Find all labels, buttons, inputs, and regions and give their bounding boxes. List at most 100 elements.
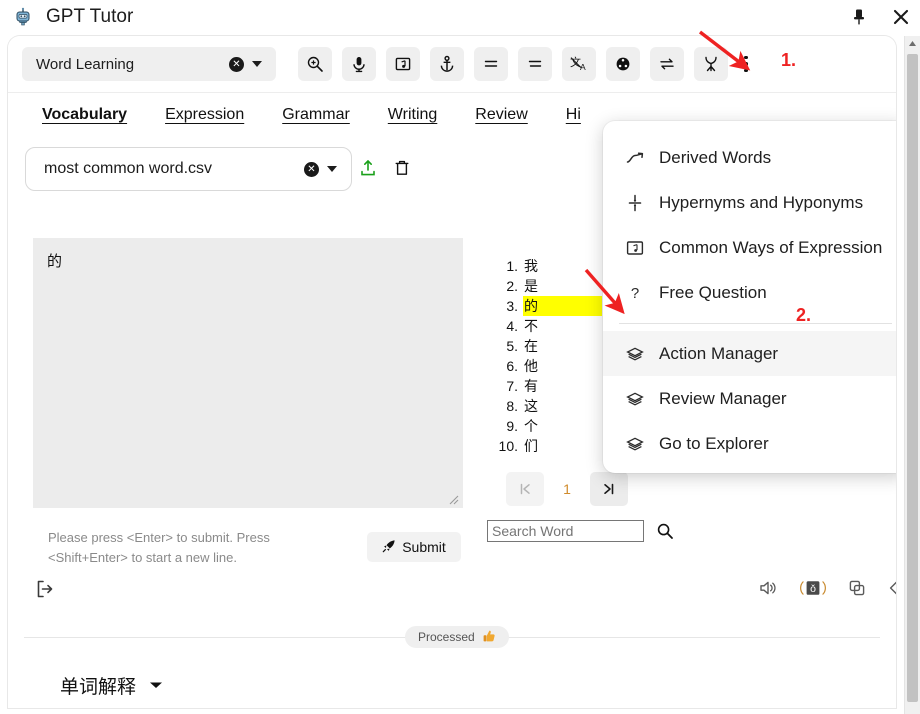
anchor-icon[interactable] — [430, 47, 464, 81]
robot-icon — [12, 6, 34, 28]
pinyin-tone-icon[interactable]: ǒ — [800, 578, 826, 598]
tab-review[interactable]: Review — [475, 106, 527, 124]
file-tools — [358, 158, 412, 178]
project-name-label: Word Learning — [36, 56, 229, 73]
tab-writing[interactable]: Writing — [388, 106, 438, 124]
list-item[interactable]: 4.不 — [492, 316, 602, 336]
chevron-down-icon[interactable] — [327, 166, 337, 172]
file-selector[interactable]: most common word.csv ✕ — [25, 147, 352, 191]
scrollbar-thumb[interactable] — [907, 54, 918, 702]
title-bar-actions — [848, 0, 912, 33]
project-selector[interactable]: Word Learning ✕ — [22, 47, 276, 81]
word-index: 4. — [492, 316, 518, 336]
list-item[interactable]: 8.这 — [492, 396, 602, 416]
menu-item-label: Hypernyms and Hyponyms — [659, 193, 863, 213]
lines-alt-icon[interactable] — [518, 47, 552, 81]
kebab-menu-icon[interactable] — [736, 47, 756, 81]
resize-grip-icon[interactable] — [447, 493, 459, 505]
vertical-scrollbar[interactable] — [904, 36, 920, 714]
search-row — [487, 520, 674, 542]
list-item-selected[interactable]: 3.的 — [492, 296, 602, 316]
music-note-icon[interactable] — [386, 47, 420, 81]
word-index: 8. — [492, 396, 518, 416]
arrow-up-icon[interactable] — [905, 36, 920, 51]
word-list: 1.我 2.是 3.的 4.不 5.在 6.他 7.有 8.这 9.个 10.们 — [492, 256, 602, 456]
exit-icon[interactable] — [34, 578, 56, 605]
tab-expression[interactable]: Expression — [165, 106, 244, 124]
menu-item-free-question[interactable]: ? Free Question — [603, 270, 896, 315]
close-icon[interactable] — [890, 6, 912, 28]
menu-item-go-to-explorer[interactable]: Go to Explorer — [603, 421, 896, 466]
menu-item-hypernyms-hyponyms[interactable]: Hypernyms and Hyponyms — [603, 180, 896, 225]
layers-icon — [625, 437, 645, 451]
tab-vocabulary[interactable]: Vocabulary — [42, 106, 127, 124]
zoom-in-icon[interactable] — [298, 47, 332, 81]
toolbar: Word Learning ✕ — [8, 36, 896, 93]
word-index: 7. — [492, 376, 518, 396]
music-note-icon — [625, 240, 645, 256]
list-item[interactable]: 6.他 — [492, 356, 602, 376]
thumbs-up-icon — [482, 629, 496, 646]
trash-icon[interactable] — [392, 158, 412, 178]
merge-icon[interactable] — [694, 47, 728, 81]
menu-item-label: Derived Words — [659, 148, 771, 168]
chevron-down-icon[interactable] — [148, 677, 164, 695]
microphone-icon[interactable] — [342, 47, 376, 81]
toolbar-buttons: 文 A — [298, 47, 728, 81]
app-window: GPT Tutor Word Learning ✕ — [0, 0, 920, 714]
eraser-icon[interactable] — [888, 578, 896, 598]
lines-icon[interactable] — [474, 47, 508, 81]
menu-item-review-manager[interactable]: Review Manager — [603, 376, 896, 421]
ball-icon[interactable] — [606, 47, 640, 81]
word-index: 5. — [492, 336, 518, 356]
menu-item-action-manager[interactable]: Action Manager — [603, 331, 896, 376]
first-page-button[interactable] — [506, 472, 544, 506]
word-text: 们 — [523, 436, 539, 456]
swap-icon[interactable] — [650, 47, 684, 81]
menu-item-label: Action Manager — [659, 344, 778, 364]
rocket-icon — [382, 539, 396, 556]
search-input[interactable] — [487, 520, 644, 542]
clear-circle-icon[interactable]: ✕ — [304, 162, 319, 177]
chevron-down-icon[interactable] — [252, 61, 262, 67]
explanation-title: 单词解释 — [60, 672, 136, 699]
pin-icon[interactable] — [848, 6, 870, 28]
file-name-label: most common word.csv — [44, 160, 304, 178]
list-item[interactable]: 9.个 — [492, 416, 602, 436]
last-page-button[interactable] — [590, 472, 628, 506]
search-icon[interactable] — [656, 522, 674, 540]
menu-item-label: Free Question — [659, 283, 767, 303]
explanation-header[interactable]: 单词解释 — [60, 672, 164, 699]
word-text: 不 — [523, 316, 539, 336]
menu-separator — [619, 323, 892, 324]
list-item[interactable]: 10.们 — [492, 436, 602, 456]
submit-button[interactable]: Submit — [367, 532, 461, 562]
copy-icon[interactable] — [848, 579, 866, 597]
speaker-icon[interactable] — [758, 579, 778, 597]
tab-grammar[interactable]: Grammar — [282, 106, 350, 124]
main-panel: Word Learning ✕ — [8, 36, 896, 708]
word-input-textarea[interactable]: 的 — [33, 238, 463, 508]
tab-history[interactable]: Hi — [566, 106, 581, 124]
pagination: 1 — [506, 472, 628, 506]
page-number: 1 — [550, 481, 584, 497]
divide-icon — [625, 194, 645, 212]
status-badge-label: Processed — [418, 630, 475, 644]
layers-icon — [625, 392, 645, 406]
list-item[interactable]: 7.有 — [492, 376, 602, 396]
word-text: 个 — [523, 416, 539, 436]
svg-text:ǒ: ǒ — [810, 583, 816, 595]
trend-up-icon — [625, 151, 645, 165]
translate-icon[interactable]: 文 A — [562, 47, 596, 81]
list-item[interactable]: 5.在 — [492, 336, 602, 356]
layers-icon — [625, 347, 645, 361]
menu-item-derived-words[interactable]: Derived Words — [603, 135, 896, 180]
clear-circle-icon[interactable]: ✕ — [229, 57, 244, 72]
list-item[interactable]: 2.是 — [492, 276, 602, 296]
menu-item-common-ways-of-expression[interactable]: Common Ways of Expression — [603, 225, 896, 270]
menu-item-label: Common Ways of Expression — [659, 238, 882, 258]
upload-icon[interactable] — [358, 158, 378, 178]
svg-text:?: ? — [631, 285, 639, 302]
list-item[interactable]: 1.我 — [492, 256, 602, 276]
word-text: 在 — [523, 336, 539, 356]
